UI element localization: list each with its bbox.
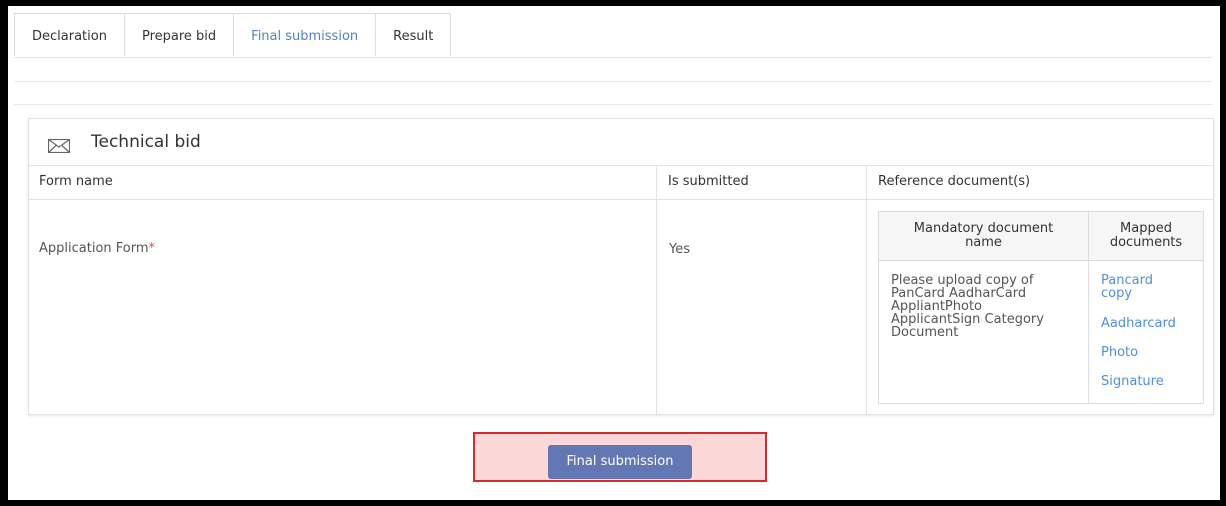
column-header-reference-documents: Reference document(s): [878, 174, 1031, 189]
mapped-document-link-aadharcard[interactable]: Aadharcard: [1101, 317, 1176, 330]
panel-header: Technical bid: [29, 119, 1213, 166]
panel-title: Technical bid: [91, 132, 201, 152]
tab-declaration[interactable]: Declaration: [14, 13, 125, 56]
mapped-document-link-signature[interactable]: Signature: [1101, 375, 1164, 388]
column-header-form-name: Form name: [39, 174, 113, 189]
mandatory-document-description: Please upload copy of PanCard AadharCard…: [891, 273, 1044, 340]
mapped-document-link-pancard[interactable]: Pancard copy: [1101, 274, 1153, 300]
divider: [14, 104, 1212, 105]
is-submitted-value: Yes: [669, 242, 690, 257]
header-mapped-documents: Mapped documents: [1109, 221, 1183, 250]
technical-bid-panel: Technical bid Form name Is submitted Ref…: [28, 118, 1214, 415]
forms-table: Form name Is submitted Reference documen…: [29, 165, 1213, 415]
tab-prepare-bid[interactable]: Prepare bid: [123, 13, 235, 56]
final-submission-button[interactable]: Final submission: [548, 445, 692, 479]
tab-result[interactable]: Result: [375, 13, 452, 56]
mapped-document-link-photo[interactable]: Photo: [1101, 346, 1138, 359]
form-name-text: Application Form: [39, 241, 149, 256]
header-mandatory-document-name: Mandatory document name: [913, 221, 1054, 250]
envelope-icon: [47, 138, 71, 157]
tab-final-submission[interactable]: Final submission: [233, 13, 377, 56]
divider: [14, 81, 1212, 82]
required-marker: *: [148, 241, 156, 256]
column-header-is-submitted: Is submitted: [668, 174, 749, 189]
tab-bar: Declaration Prepare bid Final submission…: [14, 13, 1212, 58]
table-row-form-name: Application Form*: [39, 241, 155, 256]
reference-documents-table: Mandatory document name Mapped documents…: [878, 211, 1204, 404]
